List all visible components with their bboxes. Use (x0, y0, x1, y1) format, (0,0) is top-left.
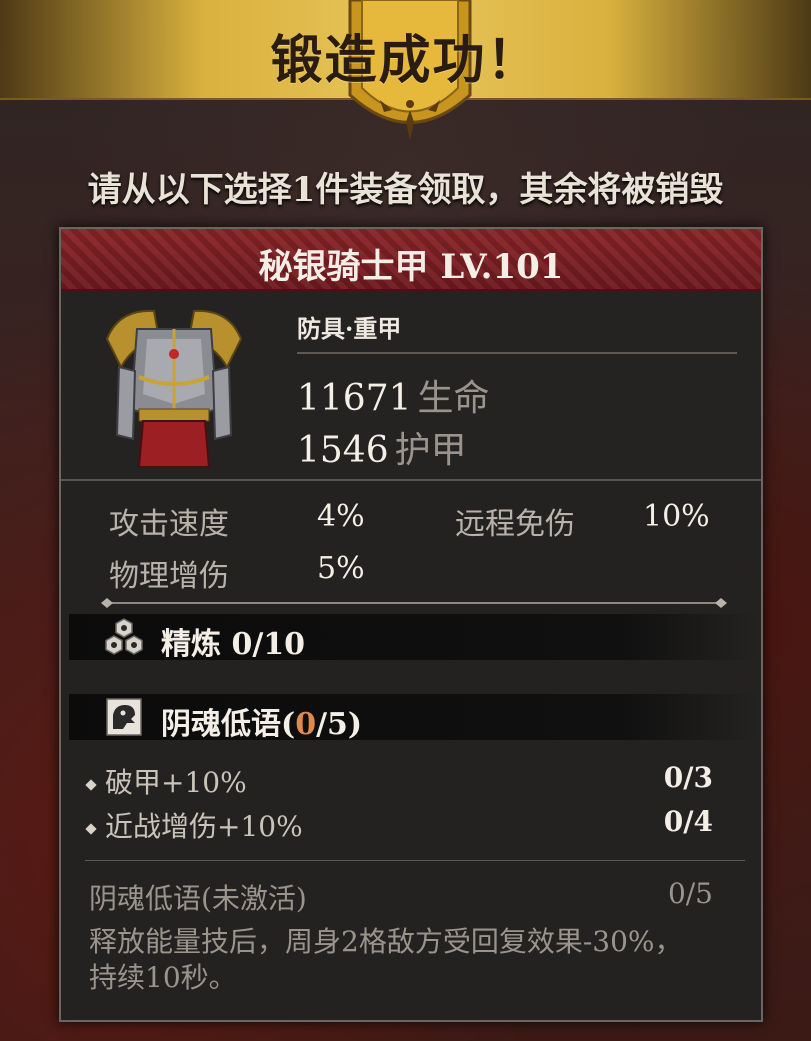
attr-value: 4% (317, 499, 365, 534)
card-header: 秘银骑士甲 LV.101 (61, 229, 761, 291)
armor-stat: 1546 护甲 (297, 421, 467, 473)
whisper-label-prefix: 阴魂低语( (161, 707, 296, 742)
whisper-icon (106, 698, 142, 736)
instruction-text: 请从以下选择1件装备领取，其余将被销毁 (87, 170, 724, 210)
refine-label: 精炼 0/10 (161, 627, 306, 662)
attr-name: 物理增伤 (109, 559, 229, 594)
equipment-card[interactable]: 秘银骑士甲 LV.101 防具·重甲 11671 生命 1546 护甲 攻击速度… (59, 227, 763, 1022)
set-effect-title: 阴魂低语(未激活) (89, 882, 307, 915)
diamond-bullet-icon (85, 822, 97, 835)
ornament-divider (101, 598, 727, 608)
attr-name: 攻击速度 (109, 507, 229, 542)
bonus-count: 0/3 (663, 761, 713, 794)
whisper-current-count: 0 (295, 707, 317, 742)
set-effect-count: 0/5 (667, 877, 713, 910)
attr-name: 远程免伤 (455, 507, 575, 542)
attr-value: 10% (643, 499, 710, 534)
bonus-item: 近战增伤+10% (85, 805, 303, 845)
armor-label: 护甲 (394, 430, 467, 471)
bonus-text: 破甲+10% (105, 766, 247, 799)
whisper-section[interactable]: 阴魂低语(0/5) (69, 694, 759, 743)
item-summary: 防具·重甲 11671 生命 1546 护甲 (61, 291, 761, 481)
armor-icon (105, 309, 243, 468)
health-value: 11671 (297, 378, 412, 419)
page-title: 锻造成功！ (270, 30, 541, 91)
refine-icon (105, 618, 143, 655)
whisper-label: 阴魂低语(0/5) (161, 699, 362, 743)
item-name: 秘银骑士甲 LV.101 (258, 247, 564, 287)
attr-value: 5% (317, 551, 365, 586)
bonus-count: 0/4 (663, 805, 713, 838)
refine-section[interactable]: 精炼 0/10 (69, 614, 759, 662)
item-type: 防具·重甲 (297, 314, 402, 343)
set-effect-description: 释放能量技后，周身2格敌方受回复效果-30%，持续10秒。 (89, 925, 683, 994)
diamond-bullet-icon (85, 778, 97, 791)
bonus-text: 近战增伤+10% (105, 810, 303, 843)
divider (85, 860, 745, 861)
bonus-item: 破甲+10% (85, 761, 247, 801)
health-label: 生命 (417, 378, 490, 419)
divider (297, 352, 737, 354)
armor-value: 1546 (297, 430, 389, 471)
health-stat: 11671 生命 (297, 369, 490, 421)
whisper-label-suffix: /5) (316, 707, 363, 742)
